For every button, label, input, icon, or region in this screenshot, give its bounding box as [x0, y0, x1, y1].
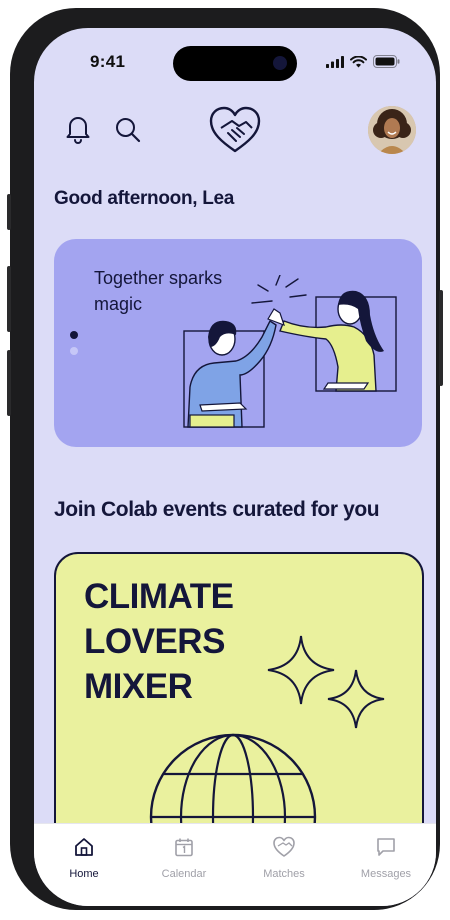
tab-matches[interactable]: Matches [244, 836, 324, 880]
tab-home-label: Home [69, 868, 99, 880]
volume-up-button [7, 266, 11, 332]
battery-icon [373, 55, 400, 68]
tab-matches-label: Matches [263, 868, 305, 880]
calendar-icon [175, 838, 193, 857]
home-icon [75, 838, 93, 856]
tab-messages-label: Messages [360, 868, 412, 880]
event-title-line: MIXER [84, 667, 193, 706]
volume-down-button [7, 350, 11, 416]
phone-frame: 9:41 Good afternoon, Lea Together sparks… [7, 8, 443, 910]
tab-calendar-label: Calendar [161, 868, 207, 880]
hero-banner[interactable]: Together sparks magic [54, 239, 422, 447]
dynamic-island [173, 46, 297, 81]
search-icon[interactable] [114, 116, 142, 144]
carousel-dot[interactable] [70, 347, 78, 355]
bell-icon[interactable] [64, 114, 92, 144]
signal-icon [326, 55, 344, 68]
event-title: CLIMATE LOVERS MIXER [84, 574, 234, 709]
status-time: 9:41 [90, 52, 126, 71]
avatar-image [368, 106, 416, 154]
silent-switch [7, 194, 11, 230]
camera-icon [273, 56, 287, 70]
bottom-tab-bar: Home Calendar Matches Messages [34, 823, 436, 906]
high-five-illustration [183, 275, 397, 428]
tab-messages[interactable]: Messages [346, 836, 426, 880]
event-title-line: CLIMATE [84, 577, 234, 616]
events-section-title: Join Colab events curated for you [54, 498, 380, 521]
tab-calendar[interactable]: Calendar [144, 836, 224, 880]
messages-icon [377, 838, 395, 856]
user-avatar[interactable] [368, 106, 416, 154]
tab-home[interactable]: Home [44, 836, 124, 880]
greeting-text: Good afternoon, Lea [54, 188, 235, 209]
matches-icon [273, 836, 295, 857]
sparkle-icon [327, 669, 385, 729]
heart-handshake-logo-icon[interactable] [208, 106, 262, 154]
power-button [439, 290, 443, 386]
app-screen: 9:41 Good afternoon, Lea Together sparks… [34, 28, 436, 906]
status-bar: 9:41 [34, 28, 436, 84]
event-title-line: LOVERS [84, 622, 225, 661]
status-icons [326, 55, 400, 68]
wifi-icon [350, 55, 367, 67]
carousel-dot-active[interactable] [70, 331, 78, 339]
